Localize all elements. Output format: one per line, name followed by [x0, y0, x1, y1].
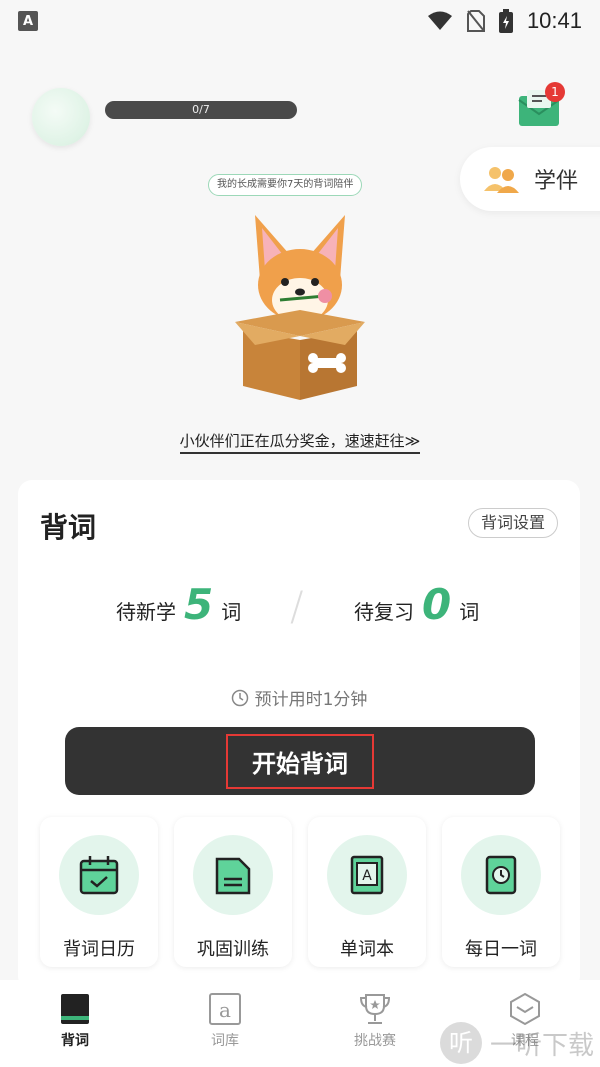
wordbook-icon: A	[350, 855, 384, 895]
estimated-time: 预计用时1分钟	[18, 685, 580, 710]
growth-progress-bar: 0/7	[105, 101, 297, 119]
review-words-label: 待复习	[354, 600, 414, 624]
feature-grid: 背词日历 巩固训练 A 单词本 每日一词	[40, 817, 560, 967]
no-sim-icon	[466, 10, 485, 32]
people-icon	[484, 167, 519, 193]
trophy-icon	[359, 994, 391, 1024]
avatar[interactable]	[32, 88, 90, 146]
feature-wordbook[interactable]: A 单词本	[308, 817, 426, 967]
feature-label: 背词日历	[63, 939, 135, 960]
feature-label: 单词本	[340, 939, 394, 960]
new-words-count: 5	[184, 580, 214, 629]
promo-text[interactable]: 小伙伴们正在瓜分奖金，速速赶往≫	[179, 432, 421, 454]
stats-divider: /	[290, 584, 304, 630]
new-words-label: 待新学	[116, 600, 176, 624]
daily-clock-icon	[485, 855, 517, 895]
card-title: 背词	[40, 511, 97, 544]
feature-consolidation[interactable]: 巩固训练	[174, 817, 292, 967]
companion-button[interactable]: 学伴	[460, 147, 600, 211]
wifi-icon	[427, 11, 452, 30]
svg-text:A: A	[362, 868, 372, 884]
study-card: 背词 背词设置 待新学 5 词 / 待复习 0 词 预计用时1分钟 开始背词 背…	[18, 480, 580, 990]
start-study-button[interactable]: 开始背词	[65, 727, 535, 795]
letter-a-icon: a	[209, 993, 241, 1025]
calendar-icon	[79, 856, 119, 895]
clock-icon	[231, 689, 248, 706]
nav-tab-wordbank[interactable]: a 词库	[150, 980, 300, 1067]
estimated-time-text: 预计用时1分钟	[254, 690, 368, 710]
review-words-unit: 词	[459, 600, 480, 624]
nav-label: 词库	[211, 1033, 239, 1049]
watermark: 听 一听下载	[440, 1022, 594, 1064]
feature-daily-word[interactable]: 每日一词	[442, 817, 560, 967]
progress-text: 0/7	[192, 103, 210, 116]
course-icon	[510, 992, 540, 1026]
feature-label: 每日一词	[465, 939, 537, 960]
study-settings-button[interactable]: 背词设置	[467, 508, 558, 538]
feature-calendar[interactable]: 背词日历	[40, 817, 158, 967]
start-study-label[interactable]: 开始背词	[226, 733, 374, 789]
review-words-count: 0	[422, 580, 452, 629]
promo-link[interactable]: 小伙伴们正在瓜分奖金，速速赶往≫	[0, 430, 600, 454]
watermark-text: 一听下载	[490, 1030, 595, 1061]
svg-text:a: a	[219, 998, 231, 1022]
review-words-stat: 待复习 0 词	[354, 580, 479, 629]
watermark-logo: 听	[440, 1022, 482, 1064]
nav-label: 背词	[61, 1033, 89, 1049]
book-icon	[61, 994, 89, 1024]
app-notification-icon: A	[18, 11, 38, 31]
nav-tab-challenge[interactable]: 挑战赛	[300, 980, 450, 1067]
battery-icon	[498, 9, 513, 33]
new-words-unit: 词	[221, 600, 242, 624]
mascot-speech-bubble: 我的长成需要你7天的背词陪伴	[208, 174, 363, 196]
status-bar: A 10:41	[0, 0, 600, 42]
corgi-mascot-illustration[interactable]	[225, 210, 375, 400]
mail-badge: 1	[545, 82, 565, 102]
companion-label: 学伴	[534, 169, 579, 194]
nav-label: 挑战赛	[354, 1033, 396, 1049]
study-stats: 待新学 5 词 / 待复习 0 词	[18, 580, 580, 640]
clock: 10:41	[526, 8, 582, 33]
new-words-stat: 待新学 5 词	[116, 580, 241, 629]
folder-icon	[215, 857, 251, 895]
feature-label: 巩固训练	[197, 939, 269, 960]
nav-tab-study[interactable]: 背词	[0, 980, 150, 1067]
